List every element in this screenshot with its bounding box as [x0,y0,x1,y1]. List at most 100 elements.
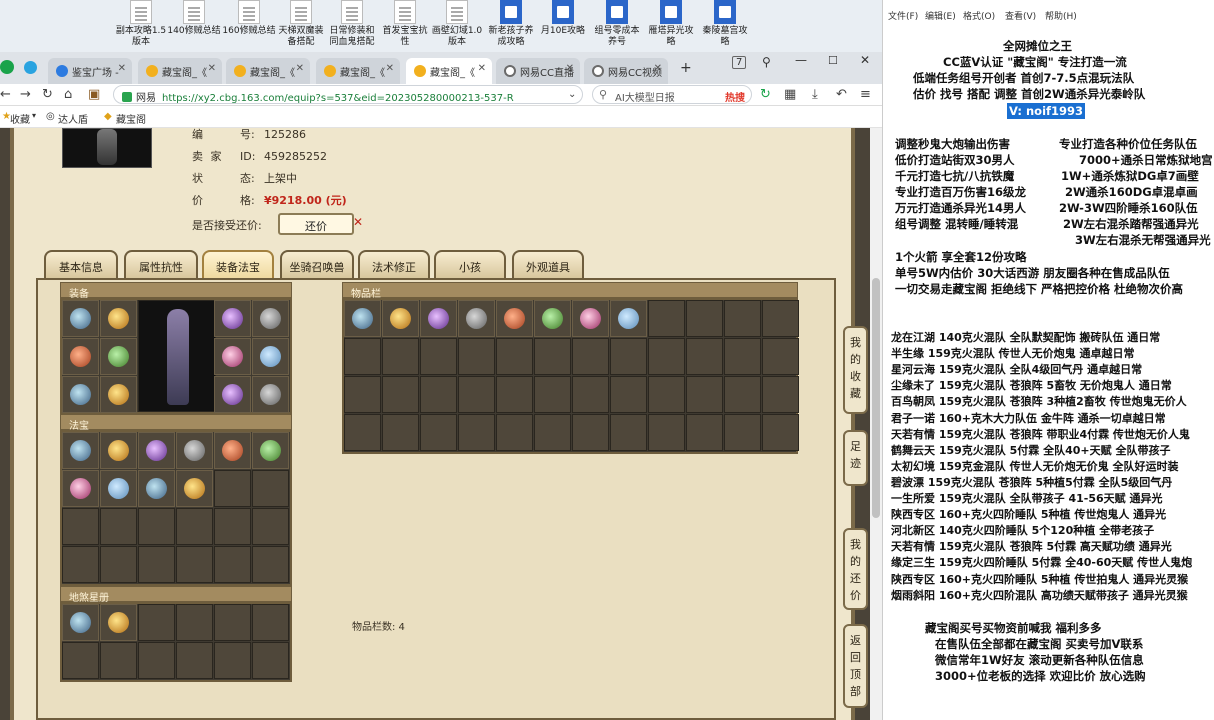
wallet-icon[interactable]: ▣ [88,87,100,102]
item-slot[interactable] [572,300,609,337]
item-slot[interactable] [382,300,419,337]
dropdown-chevron-icon[interactable]: ⌄ [568,89,576,100]
bargain-close-icon[interactable]: ✕ [353,215,363,229]
desktop-icon[interactable]: 160修贼总结 [222,0,276,37]
item-slot[interactable] [496,300,533,337]
item-slot[interactable] [458,300,495,337]
tab-3[interactable]: 装备法宝 [202,250,274,278]
item-slot[interactable] [138,470,175,507]
item-slot[interactable] [100,300,137,337]
bookmark-item-1[interactable]: 达人盾 [58,111,88,126]
browser-tab[interactable]: 藏宝阁_《 ✕ [138,58,222,84]
home-icon[interactable]: ⌂ [64,87,72,102]
tab-6[interactable]: 小孩 [434,250,506,278]
maximize-button[interactable]: ☐ [828,54,838,67]
search-input[interactable]: ⚲ AI大模型日报 热搜 [592,85,752,104]
item-slot[interactable] [420,300,457,337]
item-slot[interactable] [100,376,137,413]
side-button-4[interactable]: 返回顶部 [843,624,868,708]
side-button-3[interactable]: 我的还价 [843,528,868,610]
item-slot[interactable] [214,300,251,337]
tab-close-icon[interactable]: ✕ [478,63,486,74]
item-slot[interactable] [100,432,137,469]
item-slot[interactable] [100,604,137,641]
item-slot[interactable] [62,432,99,469]
desktop-icon[interactable]: 组号零成本 养号 [590,0,644,48]
side-button-2[interactable]: 足迹 [843,430,868,486]
editor-menu-item[interactable]: 格式(O) [963,9,995,22]
item-slot[interactable] [62,470,99,507]
desktop-icon[interactable]: 日常修装和 同血鬼搭配 [325,0,379,48]
browser-tab[interactable]: 鉴宝广场 - ✕ [48,58,132,84]
desktop-icon[interactable]: 140修贼总结 [167,0,221,37]
scrollbar-thumb[interactable] [872,278,880,518]
tab-close-icon[interactable]: ✕ [386,63,394,74]
tab-close-icon[interactable]: ✕ [208,63,216,74]
editor-menu-item[interactable]: 帮助(H) [1045,9,1077,22]
page-scrollbar[interactable] [870,128,882,720]
desktop-icon[interactable]: 月10E攻略 [536,0,590,37]
desktop-icon[interactable]: 新老孩子养 成攻略 [484,0,538,48]
item-slot[interactable] [252,338,289,375]
undo-icon[interactable]: ↶ [836,87,847,102]
item-slot[interactable] [100,470,137,507]
item-slot[interactable] [62,338,99,375]
item-slot[interactable] [344,300,381,337]
close-window-button[interactable]: ✕ [860,53,870,67]
item-slot[interactable] [610,300,647,337]
item-slot[interactable] [214,338,251,375]
refresh-small-icon[interactable]: ↻ [760,87,771,102]
back-icon[interactable]: ← [0,87,11,102]
bookmark-dropdown-icon[interactable]: ▾ [32,111,36,120]
item-slot[interactable] [176,470,213,507]
tab-close-icon[interactable]: ✕ [566,63,574,74]
forward-icon[interactable]: → [20,87,31,102]
bookmark-collect[interactable]: 收藏 [10,111,30,126]
bookmark-item-2[interactable]: 藏宝阁 [116,111,146,126]
item-slot[interactable] [100,338,137,375]
menu-icon[interactable]: ≡ [860,87,871,102]
desktop-icon[interactable]: 雁塔异光攻 略 [644,0,698,48]
editor-menu-item[interactable]: 文件(F) [888,9,918,22]
desktop-icon[interactable]: 秦陵墓宫攻 略 [698,0,752,48]
bargain-button[interactable]: 还价 [278,213,354,235]
item-slot[interactable] [214,376,251,413]
desktop-icon[interactable]: 首发宝宝抗 性 [378,0,432,48]
tab-count-badge[interactable]: 7 [732,56,747,69]
tab-close-icon[interactable]: ✕ [118,63,126,74]
new-tab-button[interactable]: + [680,60,692,76]
editor-menu-item[interactable]: 查看(V) [1005,9,1036,22]
url-input[interactable]: 网易 https://xy2.cbg.163.com/equip?s=537&ei… [113,85,583,104]
tab-7[interactable]: 外观道具 [512,250,584,278]
tab-close-icon[interactable]: ✕ [654,63,662,74]
browser-tab[interactable]: 藏宝阁_《 ✕ [406,58,492,84]
telegram-icon[interactable] [24,61,37,74]
desktop-icon[interactable]: 副本攻略1.5 版本 [114,0,168,48]
reload-icon[interactable]: ↻ [42,87,53,102]
browser-tab[interactable]: 网易CC直播 ✕ [496,58,580,84]
item-slot[interactable] [534,300,571,337]
hot-search-badge[interactable]: 热搜 [725,89,745,104]
item-slot[interactable] [138,432,175,469]
item-slot[interactable] [252,300,289,337]
apps-icon[interactable]: ▦ [784,87,796,102]
minimize-button[interactable]: — [795,53,807,67]
item-slot[interactable] [252,432,289,469]
tab-close-icon[interactable]: ✕ [296,63,304,74]
download-icon[interactable]: ⤓ [812,87,818,102]
item-slot[interactable] [214,432,251,469]
extension-icon[interactable]: ⚲ [762,55,771,69]
item-slot[interactable] [62,604,99,641]
item-slot[interactable] [62,300,99,337]
editor-menu-item[interactable]: 编辑(E) [925,9,956,22]
browser-tab[interactable]: 藏宝阁_《 ✕ [316,58,400,84]
browser-logo-icon[interactable] [0,60,14,74]
tab-5[interactable]: 法术修正 [358,250,430,278]
tab-1[interactable]: 基本信息 [44,250,118,278]
item-slot[interactable] [62,376,99,413]
browser-tab[interactable]: 藏宝阁_《 ✕ [226,58,310,84]
item-slot[interactable] [252,376,289,413]
item-slot[interactable] [176,432,213,469]
tab-2[interactable]: 属性抗性 [124,250,198,278]
side-button-1[interactable]: 我的收藏 [843,326,868,414]
